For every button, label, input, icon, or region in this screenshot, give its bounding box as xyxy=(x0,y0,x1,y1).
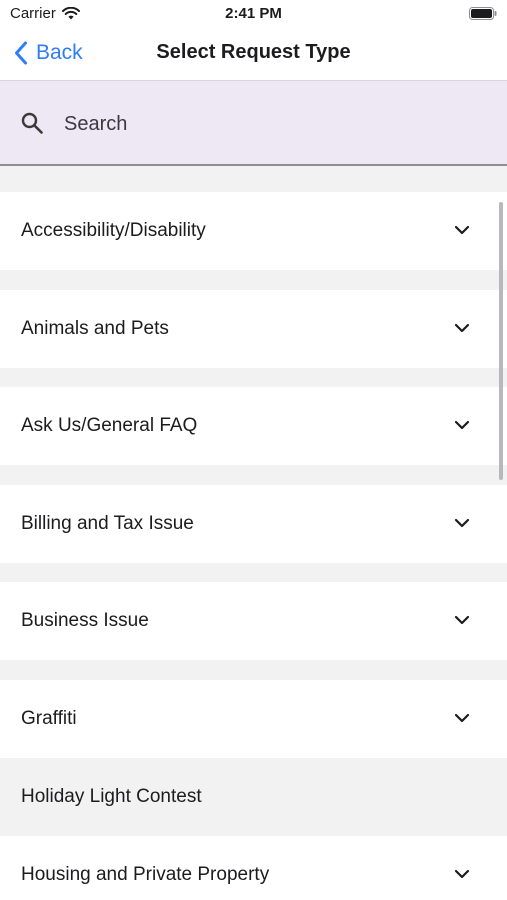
request-type-list: Accessibility/Disability Animals and Pet… xyxy=(0,166,507,900)
chevron-down-icon xyxy=(454,713,470,723)
list-item-holiday-light-contest[interactable]: Holiday Light Contest xyxy=(0,758,507,836)
list-item-business-issue[interactable]: Business Issue xyxy=(0,582,507,660)
list-item-housing-and-private-property[interactable]: Housing and Private Property xyxy=(0,836,507,900)
screen: Carrier 2:41 PM Back Select Request Type xyxy=(0,0,507,900)
list-item-accessibility-disability[interactable]: Accessibility/Disability xyxy=(0,192,507,270)
nav-bar: Back Select Request Type xyxy=(0,28,507,80)
list-item-billing-and-tax-issue[interactable]: Billing and Tax Issue xyxy=(0,485,507,563)
chevron-down-icon xyxy=(454,518,470,528)
chevron-down-icon xyxy=(454,420,470,430)
chevron-down-icon xyxy=(454,323,470,333)
chevron-down-icon xyxy=(454,225,470,235)
list-item-label: Accessibility/Disability xyxy=(21,220,206,241)
list-item-label: Ask Us/General FAQ xyxy=(21,415,198,436)
status-time: 2:41 PM xyxy=(225,5,282,22)
battery-icon xyxy=(469,7,497,24)
search-icon xyxy=(21,112,43,134)
search-input[interactable] xyxy=(64,105,484,143)
list-item-label: Business Issue xyxy=(21,610,149,631)
list-item-label: Housing and Private Property xyxy=(21,864,270,885)
chevron-down-icon xyxy=(454,869,470,879)
list-item-label: Holiday Light Contest xyxy=(21,786,202,807)
scrollbar[interactable] xyxy=(499,202,503,480)
list-item-graffiti[interactable]: Graffiti xyxy=(0,680,507,758)
list-item-label: Graffiti xyxy=(21,708,77,729)
page-title: Select Request Type xyxy=(156,41,351,63)
list-item-label: Billing and Tax Issue xyxy=(21,513,194,534)
search-bar xyxy=(0,80,507,166)
list-item-animals-and-pets[interactable]: Animals and Pets xyxy=(0,290,507,368)
status-bar: Carrier 2:41 PM xyxy=(0,0,507,28)
list-item-ask-us-general-faq[interactable]: Ask Us/General FAQ xyxy=(0,387,507,465)
chevron-down-icon xyxy=(454,615,470,625)
list-item-label: Animals and Pets xyxy=(21,318,169,339)
